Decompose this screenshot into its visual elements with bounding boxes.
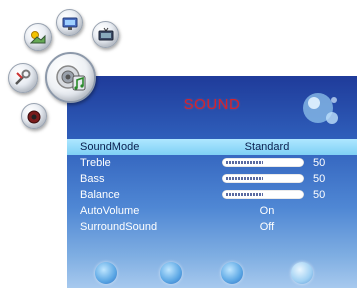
menu-item-label: Bass <box>80 173 105 185</box>
footer-button-icon <box>221 262 243 284</box>
menu-item-label: AutoVolume <box>80 205 140 217</box>
footer-button-icon <box>160 262 182 284</box>
decorative-orb-icon <box>303 93 338 124</box>
menu-item-surroundsound[interactable]: SurroundSound Off <box>67 219 357 235</box>
menu-item-autovolume[interactable]: AutoVolume On <box>67 203 357 219</box>
menu-item-value: On <box>259 205 275 217</box>
menu-item-balance[interactable]: Balance 50 <box>67 187 357 203</box>
menu-item-level: 50 <box>313 189 326 201</box>
menu-item-bass[interactable]: Bass 50 <box>67 171 357 187</box>
treble-slider[interactable] <box>222 158 304 167</box>
menu-item-soundmode[interactable]: SoundMode Standard <box>67 139 357 155</box>
menu-item-level: 50 <box>313 173 326 185</box>
menu-item-label: SoundMode <box>80 141 140 153</box>
menu-item-label: Treble <box>80 157 111 169</box>
footer-button-icon <box>291 262 313 284</box>
menu-item-label: SurroundSound <box>80 221 158 233</box>
setup-icon[interactable] <box>56 9 83 36</box>
menu-item-value: Standard <box>244 141 290 153</box>
menu-item-label: Balance <box>80 189 120 201</box>
menu-item-level: 50 <box>313 157 326 169</box>
option-icon[interactable] <box>8 63 38 93</box>
picture-icon[interactable] <box>24 23 52 51</box>
bass-slider[interactable] <box>222 174 304 183</box>
footer-button-icon <box>95 262 117 284</box>
menu-item-value: Off <box>259 221 275 233</box>
sound-icon[interactable] <box>45 52 96 103</box>
footer-hint-bar <box>67 258 357 288</box>
channel-icon[interactable] <box>92 21 119 48</box>
menu-item-treble[interactable]: Treble 50 <box>67 155 357 171</box>
lock-icon[interactable] <box>21 103 47 129</box>
sound-menu-panel: SOUND SoundMode Standard Treble 50 Bass … <box>67 76 357 288</box>
balance-slider[interactable] <box>222 190 304 199</box>
